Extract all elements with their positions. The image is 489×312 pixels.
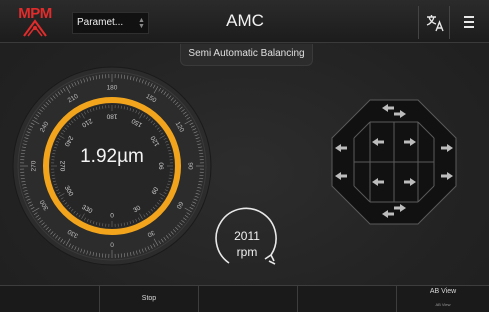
app-window: MPM Paramet... ▲▼ AMC Semi Automatic Bal (0, 0, 489, 311)
inner-tick-label: 0 (110, 213, 114, 220)
vibration-gauge: 1801501209060300330300270240210030609012… (12, 66, 212, 266)
mpm-logo: MPM (6, 6, 64, 38)
rpm-unit: rpm (221, 245, 273, 259)
mode-label-text: Semi Automatic Balancing (181, 44, 312, 64)
outer-tick-label: 180 (107, 85, 118, 92)
parameter-select-value: Paramet... (77, 17, 123, 28)
toolbar-button-4[interactable] (298, 286, 397, 312)
chevron-updown-icon: ▲▼ (138, 18, 144, 30)
toolbar-button-1[interactable] (0, 286, 100, 312)
top-bar: MPM Paramet... ▲▼ AMC (0, 0, 489, 43)
rpm-value: 2011 (221, 229, 273, 243)
bottom-toolbar: Stop AB View AB View (0, 285, 489, 312)
outer-tick-label: 90 (186, 162, 193, 170)
mode-label: Semi Automatic Balancing (180, 44, 313, 66)
ab-view-label: AB View (397, 288, 489, 295)
ab-view-button[interactable]: AB View AB View (397, 286, 489, 312)
language-button[interactable] (418, 6, 450, 39)
stop-button-label: Stop (100, 295, 198, 302)
logo-mark-icon (22, 18, 48, 38)
ab-view-sublabel: AB View (397, 302, 489, 307)
outer-tick-label: 270 (31, 160, 38, 171)
hamburger-menu-icon-line (464, 26, 474, 28)
gauge-value: 1.92µm (52, 146, 172, 168)
menu-button[interactable] (458, 10, 480, 34)
translate-icon (425, 13, 445, 33)
inner-tick-label: 180 (106, 112, 117, 119)
parameter-select[interactable]: Paramet... ▲▼ (72, 12, 149, 34)
hamburger-menu-icon-line (464, 16, 474, 18)
page-title: AMC (200, 11, 290, 31)
toolbar-button-3[interactable] (199, 286, 298, 312)
outer-tick-label: 0 (110, 240, 114, 247)
direction-pad-graphic (330, 98, 458, 226)
stop-button[interactable]: Stop (100, 286, 199, 312)
hamburger-menu-icon-line (464, 21, 474, 23)
balancing-direction-pad (330, 98, 458, 226)
rpm-indicator: 2011 rpm (207, 205, 287, 275)
